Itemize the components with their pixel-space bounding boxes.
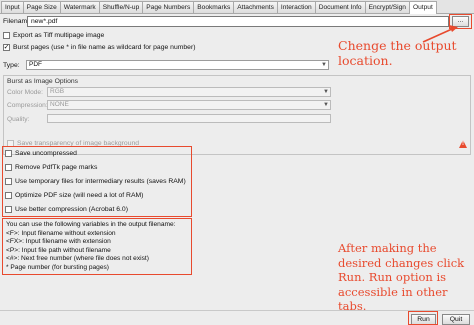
warning-icon (459, 140, 467, 148)
tab-attachments[interactable]: Attachments (233, 1, 278, 13)
variables-info-text: You can use the following variables in t… (6, 221, 176, 271)
tab-encrypt-sign[interactable]: Encrypt/Sign (364, 1, 410, 13)
type-label: Type: (3, 62, 20, 69)
tab-shuffle-n-up[interactable]: Shuffle/N-up (98, 1, 144, 13)
footer-bar: Run Quit (0, 310, 474, 325)
chevron-down-icon: ▼ (321, 62, 327, 68)
chevron-down-icon: ▼ (323, 89, 329, 95)
option-checkbox[interactable] (5, 164, 12, 171)
option-checkbox[interactable] (5, 206, 12, 213)
option-checkbox[interactable] (5, 192, 12, 199)
burst-pages-option[interactable]: Burst pages (use * in file name as wildc… (3, 44, 195, 51)
quality-label: Quality: (7, 116, 30, 123)
option-checkbox[interactable] (5, 150, 12, 157)
option-label: Optimize PDF size (will need a lot of RA… (15, 192, 144, 199)
tab-page-numbers[interactable]: Page Numbers (142, 1, 195, 13)
annotation-change-output: Chenge the output location. (338, 38, 457, 68)
burst-image-options-group: Burst as Image Options Color Mode: RGB ▼… (3, 75, 471, 155)
type-select[interactable]: PDF ▼ (26, 60, 329, 70)
export-tiff-checkbox[interactable] (3, 32, 10, 39)
quit-button[interactable]: Quit (442, 314, 470, 325)
burst-pages-checkbox[interactable] (3, 44, 10, 51)
color-mode-label: Color Mode: (7, 89, 43, 96)
compression-label: Compression: (7, 102, 48, 109)
output-option[interactable]: Use temporary files for intermediary res… (5, 178, 186, 185)
run-highlight-box (408, 311, 438, 325)
color-mode-value: RGB (50, 88, 65, 95)
export-tiff-label: Export as Tiff multipage image (13, 32, 105, 39)
output-option[interactable]: Use better compression (Acrobat 6.0) (5, 206, 128, 213)
output-option[interactable]: Optimize PDF size (will need a lot of RA… (5, 192, 143, 199)
tab-interaction[interactable]: Interaction (276, 1, 316, 13)
tab-watermark[interactable]: Watermark (59, 1, 100, 13)
output-option[interactable]: Remove PdfTk page marks (5, 164, 97, 171)
color-mode-select[interactable]: RGB ▼ (47, 87, 331, 97)
export-tiff-option[interactable]: Export as Tiff multipage image (3, 32, 104, 39)
compression-select[interactable]: NONE ▼ (47, 100, 331, 110)
option-label: Use temporary files for intermediary res… (15, 178, 186, 185)
browse-highlight-box (449, 14, 472, 29)
option-checkbox[interactable] (5, 178, 12, 185)
filename-input[interactable]: new*.pdf (27, 16, 449, 27)
tab-page-size[interactable]: Page Size (22, 1, 61, 13)
chevron-down-icon: ▼ (323, 102, 329, 108)
burst-image-options-title: Burst as Image Options (7, 78, 79, 85)
tab-bar: Input Page Size Watermark Shuffle/N-up Page … (0, 0, 474, 14)
pdftk-builder-window: Input Page Size Watermark Shuffle/N-up Page … (0, 0, 474, 325)
option-label: Save uncompressed (15, 150, 77, 157)
tab-document-info[interactable]: Document Info (314, 1, 366, 13)
option-label: Use better compression (Acrobat 6.0) (15, 206, 128, 213)
tab-input[interactable]: Input (1, 1, 24, 13)
burst-pages-label: Burst pages (use * in file name as wildc… (13, 44, 196, 51)
type-select-value: PDF (29, 61, 42, 68)
quality-field[interactable] (47, 114, 331, 123)
option-label: Remove PdfTk page marks (15, 164, 98, 171)
tab-bookmarks[interactable]: Bookmarks (193, 1, 235, 13)
tab-output[interactable]: Output (408, 1, 437, 14)
annotation-run-instructions: After making the desired changes click R… (338, 241, 465, 313)
compression-value: NONE (50, 101, 69, 108)
output-option[interactable]: Save uncompressed (5, 150, 77, 157)
